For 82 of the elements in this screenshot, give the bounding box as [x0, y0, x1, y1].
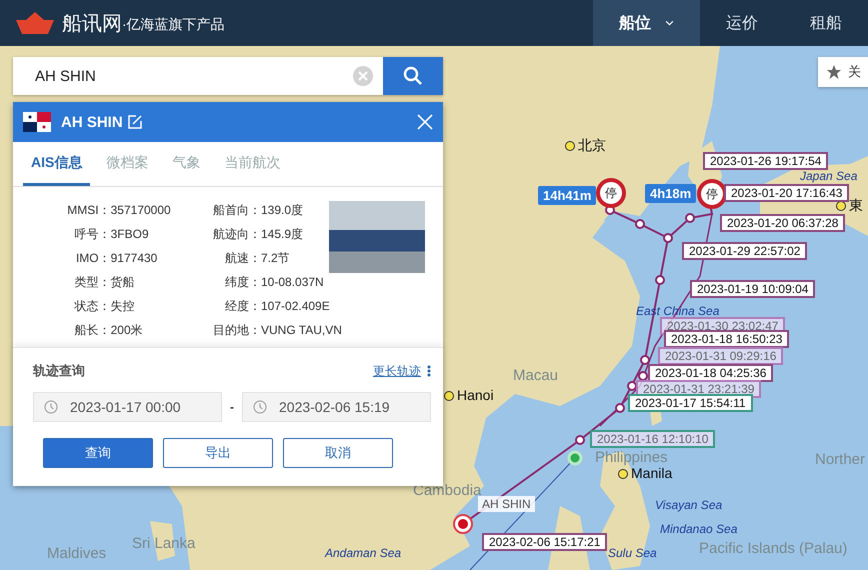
follow-button[interactable]: 关: [818, 57, 868, 87]
field-value: 357170000: [110, 202, 172, 219]
field-value: 9177430: [110, 250, 158, 267]
field-value: 200米: [110, 322, 144, 339]
logo-text: 船讯网: [62, 12, 122, 36]
track-time-label: 2023-01-29 22:57:02: [682, 242, 808, 260]
field-value: 10-08.037N: [261, 274, 325, 291]
field-value: VUNG TAU,VN: [261, 322, 342, 339]
flag-icon: [23, 112, 51, 132]
field-value: 107-02.409E: [261, 298, 331, 315]
ship-name-label: AH SHIN: [478, 496, 535, 512]
city-name: Manila: [631, 466, 672, 481]
map-place-label: Norther: [815, 452, 866, 467]
field-label: IMO：: [74, 250, 111, 267]
action-button[interactable]: 查询: [43, 438, 153, 468]
map-place-label: Japan Sea: [800, 169, 858, 184]
ship-position-icon: [453, 514, 473, 534]
track-time-label: 2023-02-06 15:17:21: [482, 533, 608, 551]
edit-icon[interactable]: [126, 114, 143, 130]
field-label: 船首向：: [213, 202, 261, 219]
field-label: 目的地：: [213, 322, 261, 339]
field-label: 状态：: [74, 298, 111, 315]
nav-tab[interactable]: 船位: [593, 0, 700, 46]
map-place-label: Macau: [513, 368, 558, 383]
city-name: 東: [849, 198, 863, 213]
field-label: 航速：: [224, 250, 261, 267]
track-time-label: 2023-01-18 16:50:23: [664, 330, 790, 348]
more-track-link[interactable]: 更长轨迹: [373, 362, 421, 380]
date-separator: -: [230, 400, 234, 414]
search-icon: [403, 66, 423, 86]
date-field[interactable]: 2023-02-06 15:19: [242, 392, 431, 422]
field-value: 139.0度: [261, 202, 304, 219]
field-label: 船长：: [74, 322, 111, 339]
city-name: Hanoi: [457, 388, 494, 403]
track-time-label: 2023-01-17 15:54:11: [628, 394, 753, 412]
search-button[interactable]: [383, 57, 443, 95]
star-icon: [826, 64, 842, 80]
map-place-label: Visayan Sea: [655, 498, 722, 513]
field-label: 类型：: [74, 274, 111, 291]
nav-tab[interactable]: 租船: [784, 0, 868, 46]
map-place-label: Pacific Islands (Palau): [699, 541, 848, 556]
close-icon: [417, 114, 433, 130]
field-label: MMSI：: [66, 202, 111, 219]
boat-logo-icon: [14, 10, 56, 36]
tagline: ·亿海蓝旗下产品: [122, 16, 225, 34]
track-time-label: 2023-01-20 17:16:43: [724, 184, 850, 202]
stop-duration-badge: 14h41m: [538, 186, 596, 205]
field-label: 航迹向：: [213, 226, 261, 243]
date-field[interactable]: 2023-01-17 00:00: [33, 392, 222, 422]
search-input[interactable]: AH SHIN: [33, 66, 353, 86]
more-vertical-icon[interactable]: [427, 365, 431, 377]
field-label: 纬度：: [224, 274, 261, 291]
panel-tab[interactable]: AIS信息: [23, 142, 90, 186]
close-button[interactable]: [417, 114, 433, 130]
track-time-label: 2023-01-19 10:09:04: [690, 280, 816, 298]
track-time-label: 2023-01-18 04:25:36: [648, 364, 774, 382]
map-place-label: Mindanao Sea: [660, 522, 738, 537]
field-value: 145.9度: [261, 226, 304, 243]
action-button[interactable]: 导出: [163, 438, 273, 468]
track-time-label: 2023-01-31 09:29:16: [658, 347, 784, 365]
track-time-label: 2023-01-16 12:10:10: [590, 430, 716, 448]
search-field[interactable]: AH SHIN: [13, 57, 383, 95]
field-value: 货船: [110, 274, 136, 291]
clock-icon: [44, 400, 58, 414]
field-value: 7.2节: [261, 250, 291, 267]
field-label: 经度：: [224, 298, 261, 315]
ship-name-title: AH SHIN: [61, 114, 123, 130]
field-label: 呼号：: [74, 226, 111, 243]
clock-icon: [253, 400, 267, 414]
field-value: 3FBO9: [110, 226, 150, 243]
city-name: 北京: [578, 138, 606, 153]
map-place-label: Cambodia: [413, 483, 482, 498]
section-title: 轨迹查询: [33, 362, 85, 380]
nav-tab[interactable]: 运价: [700, 0, 784, 46]
map-place-label: Maldives: [47, 546, 106, 561]
track-time-label: 2023-01-20 06:37:28: [720, 214, 846, 232]
track-time-label: 2023-01-26 19:17:54: [703, 152, 828, 170]
stop-duration-badge: 4h18m: [645, 184, 696, 203]
action-button[interactable]: 取消: [283, 438, 393, 468]
start-point-icon: [568, 450, 582, 466]
field-value: 失控: [110, 298, 136, 315]
map-place-label: Andaman Sea: [325, 546, 402, 561]
